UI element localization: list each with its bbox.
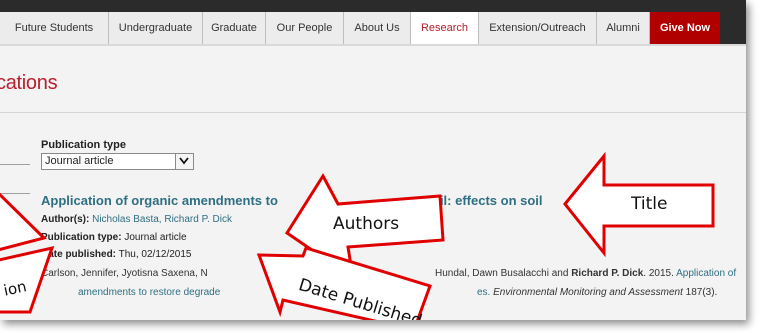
authors-callout-label: Authors [333,214,400,234]
annotation-arrows [0,151,715,320]
browser-page: Future Students Undergraduate Graduate O… [0,0,746,320]
title-callout-label: Title [631,194,668,214]
publication-callout-arrow [0,192,47,251]
